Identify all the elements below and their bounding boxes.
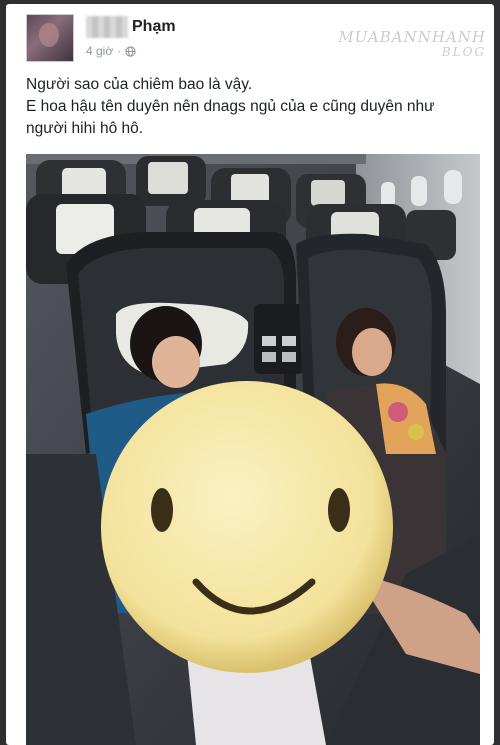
author-name[interactable]: Phạm <box>132 18 176 36</box>
post-header: Phạm 4 giờ · MUABANNHANH BLOG <box>6 4 494 68</box>
post-card: Phạm 4 giờ · MUABANNHANH BLOG Người sao … <box>6 4 494 745</box>
meta-separator: · <box>117 44 122 58</box>
post-text: Người sao của chiêm bao là vậy. E hoa hậ… <box>26 74 486 140</box>
globe-icon[interactable] <box>125 45 136 57</box>
blurred-name <box>86 16 128 38</box>
cabin-photo <box>26 154 480 745</box>
post-meta: 4 giờ · <box>86 44 136 58</box>
watermark: MUABANNHANH BLOG <box>338 28 486 59</box>
post-line-2: E hoa hậu tên duyên nên dnags ngủ của e … <box>26 98 435 115</box>
smiley-face-icon <box>101 381 393 673</box>
post-photo[interactable] <box>26 154 480 745</box>
post-line-1: Người sao của chiêm bao là vậy. <box>26 76 253 93</box>
timestamp[interactable]: 4 giờ <box>86 44 113 58</box>
post-line-3: người hihi hô hô. <box>26 120 144 137</box>
watermark-sub: BLOG <box>441 45 486 59</box>
avatar[interactable] <box>26 14 74 62</box>
watermark-brand: MUABANNHANH <box>338 28 486 46</box>
